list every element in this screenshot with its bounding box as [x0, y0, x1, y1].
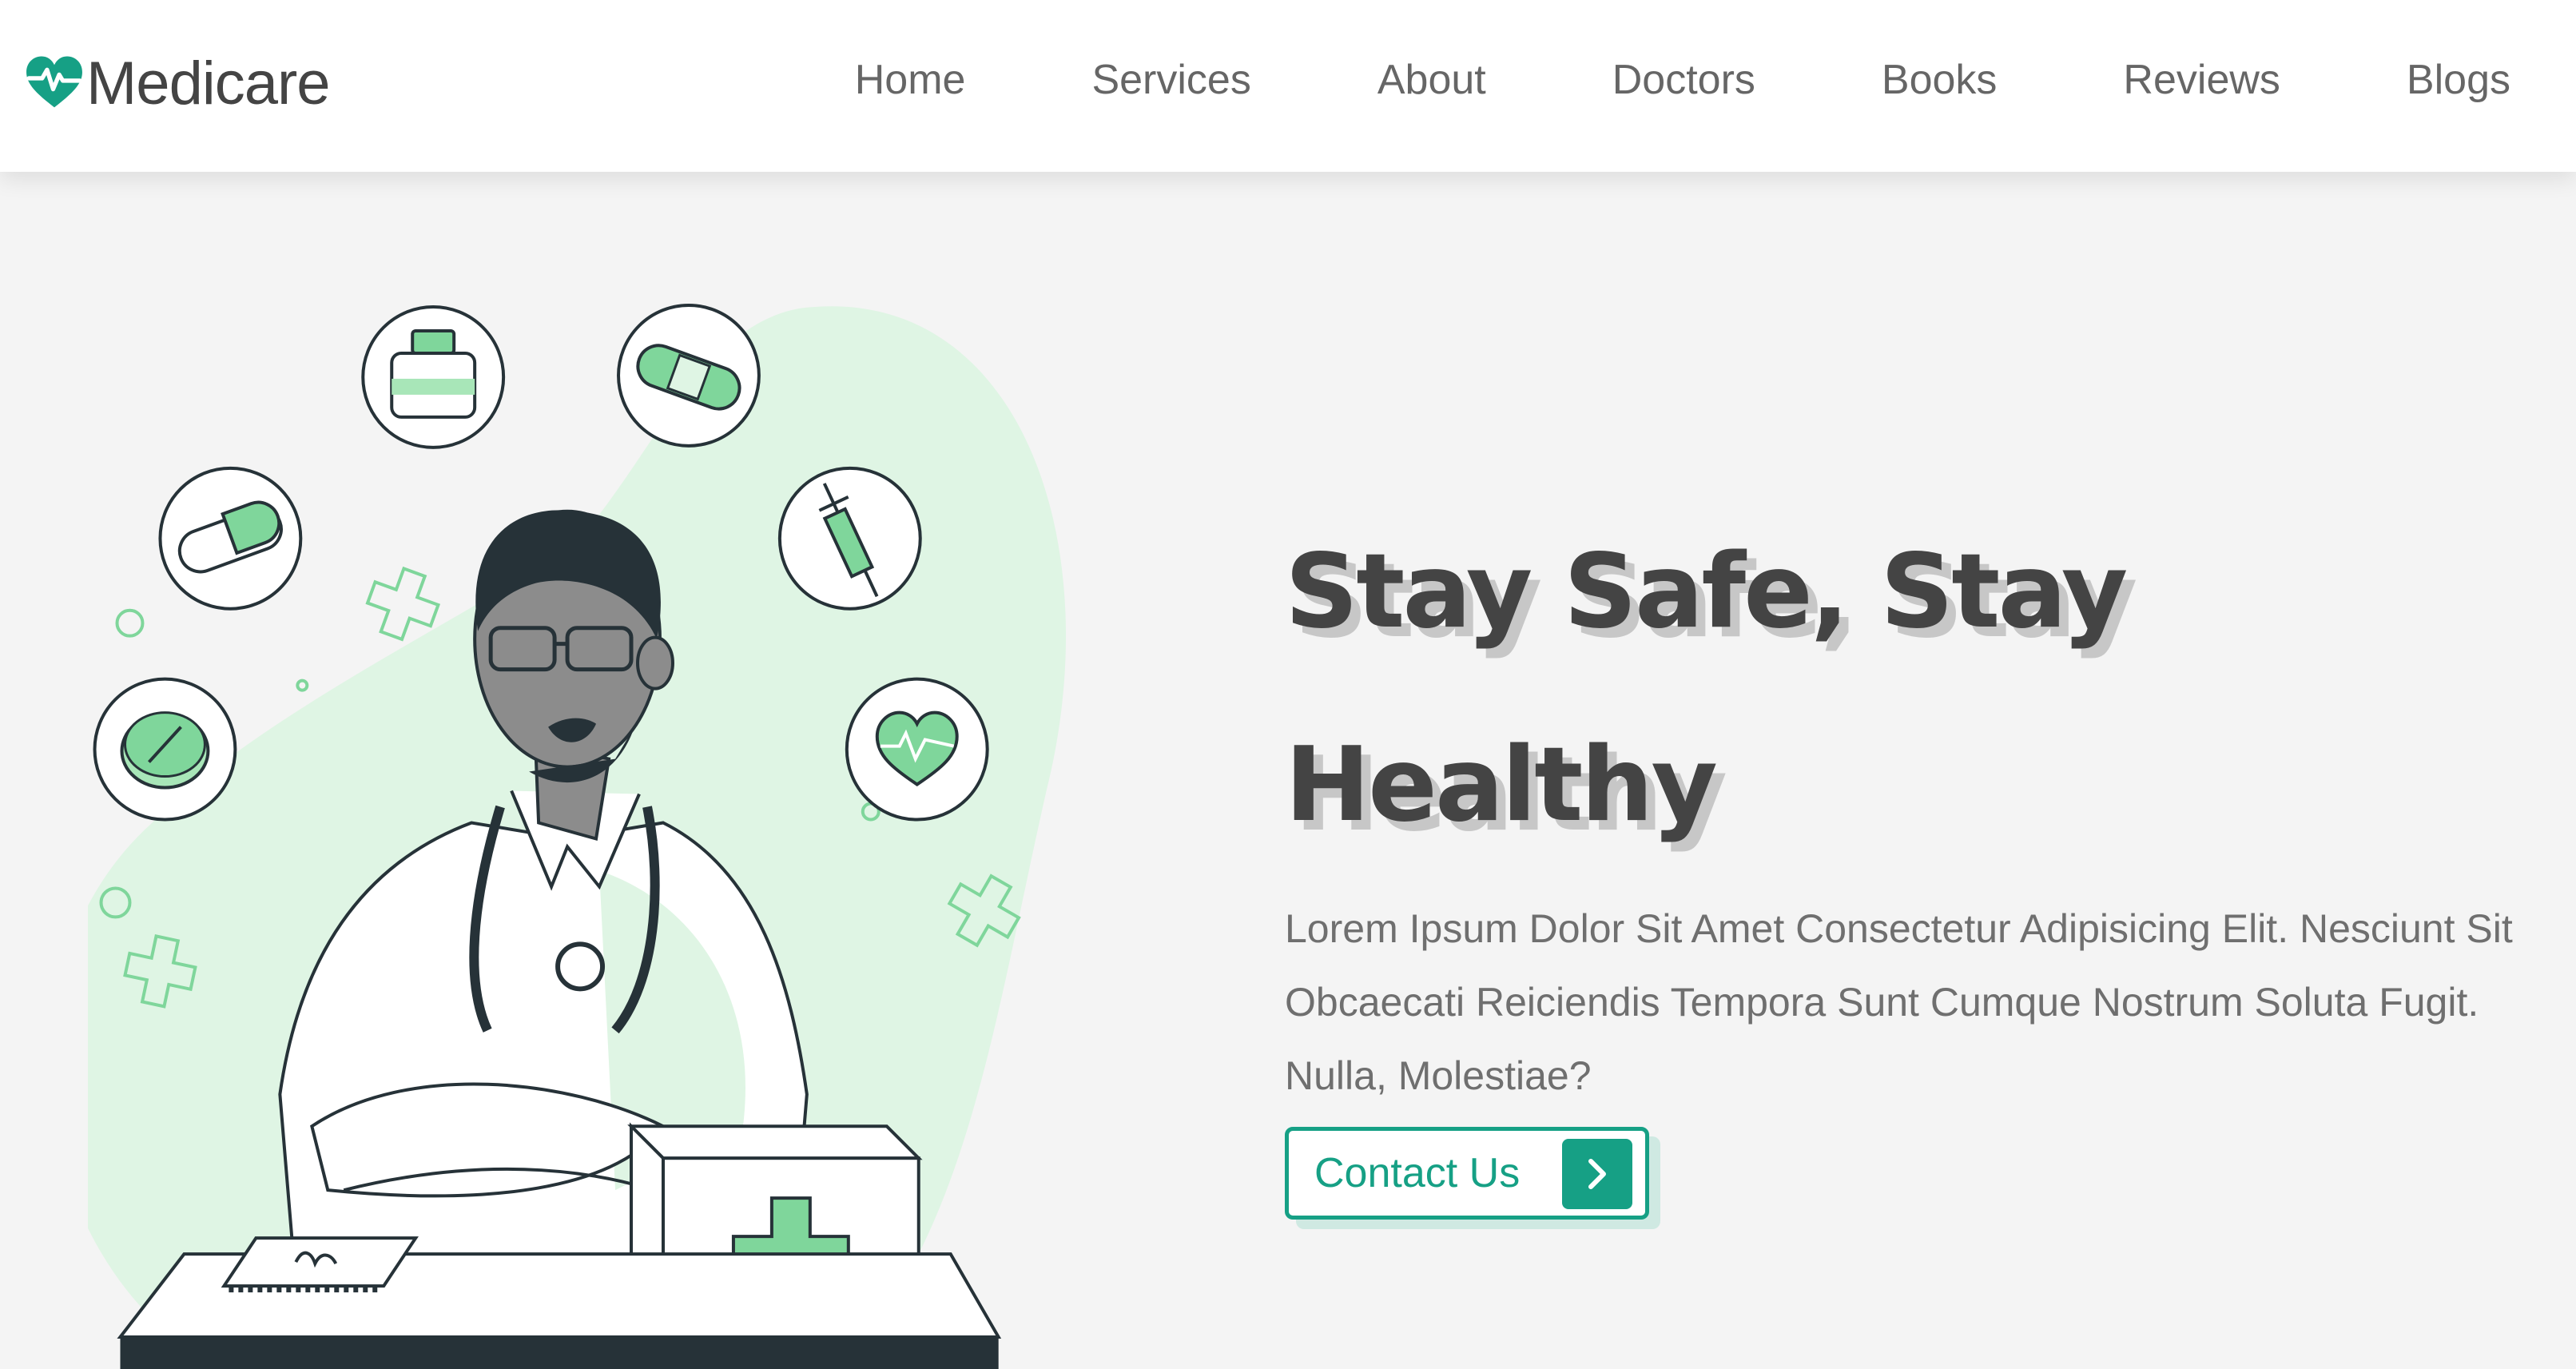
main-nav: Home Services About Doctors Books Review… — [855, 50, 2510, 110]
heart-icon — [845, 677, 989, 822]
nav-about[interactable]: About — [1377, 50, 1486, 110]
site-header: Medicare Home Services About Doctors Boo… — [0, 0, 2576, 172]
hero-description: Lorem Ipsum Dolor Sit Amet Consectetur A… — [1285, 906, 2513, 1098]
logo[interactable]: Medicare — [24, 35, 331, 131]
medicine-bottle-icon — [361, 304, 506, 449]
pill-icon — [93, 677, 237, 822]
hero-title: Stay Safe, Stay Healthy — [1285, 532, 2128, 845]
contact-us-label: Contact Us — [1314, 1150, 1521, 1196]
nav-doctors[interactable]: Doctors — [1612, 50, 1755, 110]
nav-home[interactable]: Home — [855, 50, 966, 110]
capsule-icon — [158, 466, 303, 611]
chevron-right-icon — [1562, 1139, 1632, 1209]
nav-services[interactable]: Services — [1091, 50, 1250, 110]
contact-us-button[interactable]: Contact Us — [1285, 1127, 1649, 1220]
bandage-icon — [617, 303, 761, 448]
nav-reviews[interactable]: Reviews — [2123, 50, 2280, 110]
syringe-icon — [777, 466, 922, 611]
notebook-icon — [221, 1236, 419, 1293]
brand-name: Medicare — [86, 49, 331, 117]
nav-blogs[interactable]: Blogs — [2407, 50, 2510, 110]
doctor-illustration — [88, 303, 1066, 1369]
nav-books[interactable]: Books — [1882, 50, 1998, 110]
heart-pulse-icon — [26, 56, 82, 108]
